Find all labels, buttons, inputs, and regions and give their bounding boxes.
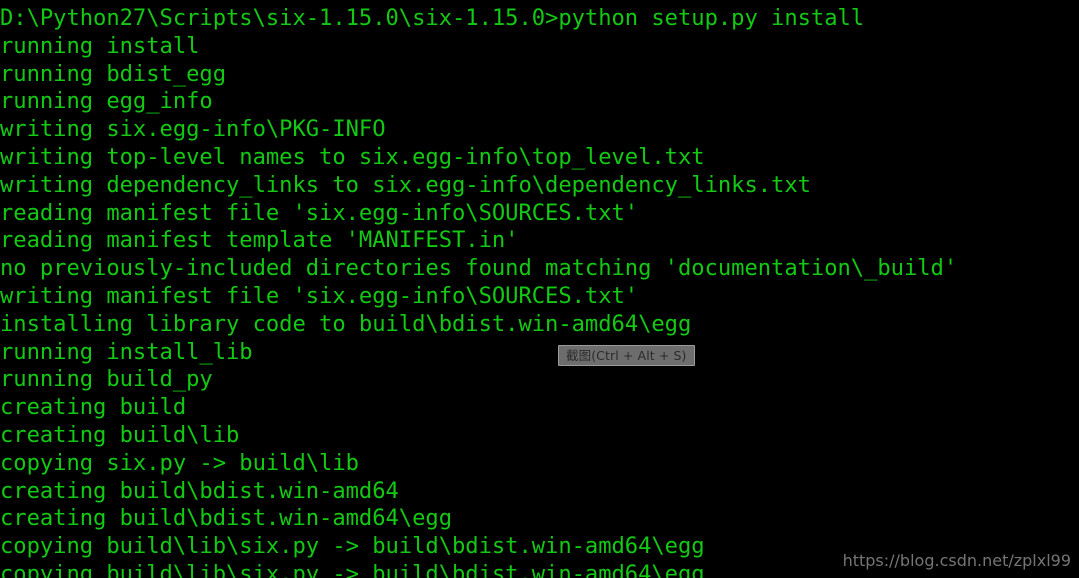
console-output-line: copying build\lib\six.py -> build\bdist.…	[0, 533, 705, 560]
terminal-window[interactable]: D:\Python27\Scripts\six-1.15.0\six-1.15.…	[0, 0, 1079, 578]
console-output-line: running install	[0, 32, 200, 59]
console-output-line: writing manifest file 'six.egg-info\SOUR…	[0, 282, 639, 309]
console-output-line: writing top-level names to six.egg-info\…	[0, 143, 705, 170]
screen-capture-tooltip-label: 截图(Ctrl + Alt + S)	[566, 348, 687, 363]
console-output-line: writing dependency_links to six.egg-info…	[0, 171, 811, 198]
console-output-line: running build_py	[0, 366, 213, 393]
console-output-line: writing six.egg-info\PKG-INFO	[0, 116, 386, 143]
console-prompt-line: D:\Python27\Scripts\six-1.15.0\six-1.15.…	[0, 5, 865, 31]
console-output-line: creating build\bdist.win-amd64\egg	[0, 505, 452, 532]
screen-capture-tooltip[interactable]: 截图(Ctrl + Alt + S)	[558, 345, 695, 366]
console-output-line: no previously-included directories found…	[0, 255, 958, 282]
console-output-line: running install_lib	[0, 338, 253, 365]
console-output-line: creating build\lib	[0, 421, 240, 448]
console-output-line: creating build\bdist.win-amd64	[0, 477, 399, 504]
console-output-line: reading manifest template 'MANIFEST.in'	[0, 227, 519, 254]
console-output-line: reading manifest file 'six.egg-info\SOUR…	[0, 199, 639, 226]
console-output-line: running egg_info	[0, 88, 213, 115]
console-output-line: copying build\lib\six.py -> build\bdist.…	[0, 560, 705, 578]
console-output-line: running bdist_egg	[0, 60, 226, 87]
console-output-line: copying six.py -> build\lib	[0, 449, 359, 476]
console-output-line: installing library code to build\bdist.w…	[0, 310, 692, 337]
console-output-line: creating build	[0, 394, 187, 421]
console-output[interactable]: D:\Python27\Scripts\six-1.15.0\six-1.15.…	[0, 5, 1079, 578]
